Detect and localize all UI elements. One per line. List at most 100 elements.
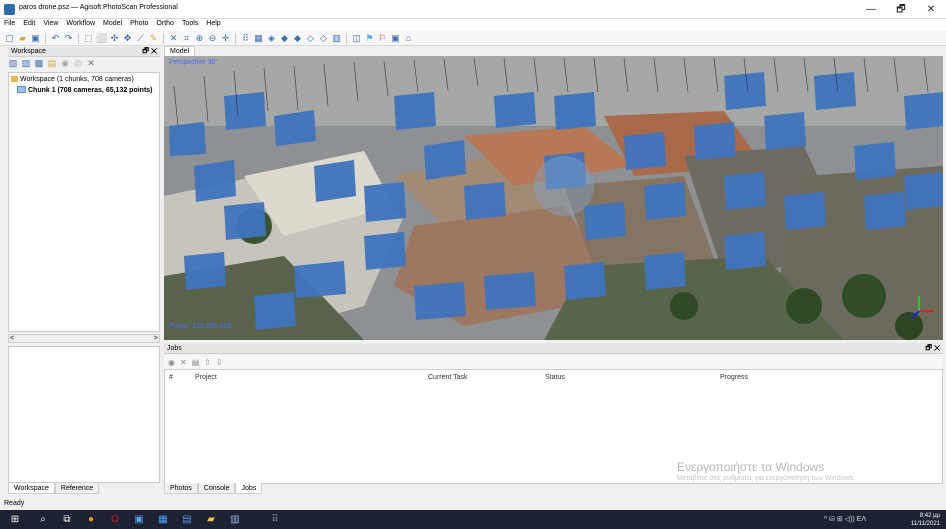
textured-icon[interactable]: ◇ (318, 33, 329, 44)
clock[interactable]: 8:42 μμ 11/11/2021 (911, 512, 940, 528)
markers-icon[interactable]: ⚑ (364, 33, 375, 44)
zoom-in-icon[interactable]: ⊕ (194, 33, 205, 44)
workspace-tree[interactable]: Workspace (1 chunks, 708 cameras) Chunk … (8, 72, 160, 332)
region-icon[interactable]: ▣ (390, 33, 401, 44)
move-up-icon[interactable]: ⇧ (204, 358, 211, 367)
menu-ortho[interactable]: Ortho (152, 19, 178, 28)
toolbar-divider (163, 32, 164, 44)
close-button[interactable]: ✕ (916, 0, 946, 19)
properties-pane (8, 346, 160, 483)
enable-icon[interactable]: ◉ (60, 58, 70, 69)
scroll-left-icon[interactable]: < (10, 335, 14, 342)
col-status[interactable]: Status (545, 374, 565, 381)
reset-view-icon[interactable]: ✛ (220, 33, 231, 44)
select-icon[interactable]: ⬚ (83, 33, 94, 44)
word-icon[interactable]: ▤ (180, 513, 194, 526)
tab-reference[interactable]: Reference (54, 483, 100, 494)
file-explorer-icon[interactable]: ▰ (204, 513, 218, 526)
rect-select-icon[interactable]: ⬜ (96, 33, 107, 44)
toolbar-divider (346, 32, 347, 44)
redo-icon[interactable]: ↷ (63, 33, 74, 44)
add-chunk-icon[interactable]: ▧ (8, 58, 18, 69)
jobs-header: Jobs 🗗 ✕ (164, 343, 943, 354)
tree-chunk-label: Chunk 1 (708 cameras, 65,132 points) (28, 87, 153, 94)
menu-model[interactable]: Model (99, 19, 126, 28)
search-icon[interactable]: ⌕ (36, 513, 50, 526)
task-view-icon[interactable]: ⧉ (60, 513, 74, 526)
app-icon-2[interactable]: ▥ (228, 513, 242, 526)
new-icon[interactable]: ▢ (4, 33, 15, 44)
flag-icon[interactable]: ⚐ (377, 33, 388, 44)
add-photos-icon[interactable]: ▨ (21, 58, 31, 69)
opera-icon[interactable]: O (108, 513, 122, 526)
workspace-scrollbar[interactable]: < > (8, 334, 160, 343)
tree-root-label: Workspace (1 chunks, 708 cameras) (20, 76, 134, 83)
undo-icon[interactable]: ↶ (50, 33, 61, 44)
col-current-task[interactable]: Current Task (428, 374, 468, 381)
import-icon[interactable]: ▤ (47, 58, 57, 69)
points-icon[interactable]: ⠿ (240, 33, 251, 44)
wireframe-icon[interactable]: ◇ (305, 33, 316, 44)
jobs-panel-controls[interactable]: 🗗 ✕ (925, 343, 940, 354)
shaded-icon[interactable]: ◆ (279, 33, 290, 44)
open-icon[interactable]: ▰ (17, 33, 28, 44)
pen-icon[interactable]: ✎ (148, 33, 159, 44)
save-icon[interactable]: ▣ (30, 33, 41, 44)
maximize-button[interactable]: 🗗 (886, 0, 916, 19)
toolbar-divider (235, 32, 236, 44)
tab-jobs[interactable]: Jobs (235, 483, 263, 494)
clock-date: 11/11/2021 (910, 521, 940, 527)
col-progress[interactable]: Progress (720, 374, 748, 381)
add-folder-icon[interactable]: ▩ (34, 58, 44, 69)
system-tray[interactable]: ^ ⛁ ⊞ ◁)) ΕΛ (824, 515, 866, 523)
tiled-icon[interactable]: ▥ (331, 33, 342, 44)
navigate-icon[interactable]: ✣ (109, 33, 120, 44)
model-viewport[interactable]: Perspective 30° Points: 120,298,826 (164, 56, 943, 340)
ruler-icon[interactable]: ⟋ (135, 33, 146, 44)
start-icon[interactable]: ◉ (168, 358, 175, 367)
disable-icon[interactable]: ◎ (73, 58, 83, 69)
status-bar: Ready (0, 497, 946, 510)
dense-cloud-icon[interactable]: ▦ (253, 33, 264, 44)
tab-console[interactable]: Console (197, 483, 236, 494)
workspace-toolbar: ▧ ▨ ▩ ▤ ◉ ◎ ✕ (8, 58, 96, 69)
mesh-icon[interactable]: ◈ (266, 33, 277, 44)
photoscan-icon[interactable]: ▣ (132, 513, 146, 526)
crop-icon[interactable]: ⌗ (181, 33, 192, 44)
app-icon-taskbar[interactable]: ▦ (156, 513, 170, 526)
clear-icon[interactable]: ▤ (192, 358, 200, 367)
home-icon[interactable]: ⌂ (403, 33, 414, 44)
firefox-icon[interactable]: ● (84, 513, 98, 526)
tab-workspace[interactable]: Workspace (8, 483, 55, 494)
menu-photo[interactable]: Photo (126, 19, 152, 28)
zoom-out-icon[interactable]: ⊖ (207, 33, 218, 44)
menu-file[interactable]: File (0, 19, 19, 28)
menu-tools[interactable]: Tools (178, 19, 202, 28)
workspace-panel-controls[interactable]: 🗗 ✕ (142, 47, 157, 57)
jobs-toolbar: ◉ ✕ ▤ ⇧ ⇩ (164, 355, 943, 369)
tree-chunk[interactable]: Chunk 1 (708 cameras, 65,132 points) (17, 86, 153, 94)
tree-root[interactable]: Workspace (1 chunks, 708 cameras) (11, 76, 134, 83)
menu-view[interactable]: View (39, 19, 62, 28)
solid-icon[interactable]: ◆ (292, 33, 303, 44)
col-number[interactable]: # (169, 374, 173, 381)
minimize-button[interactable]: — (856, 0, 886, 19)
camera-icon[interactable]: ◫ (351, 33, 362, 44)
move-icon[interactable]: ✥ (122, 33, 133, 44)
move-down-icon[interactable]: ⇩ (216, 358, 223, 367)
col-project[interactable]: Project (195, 374, 217, 381)
tab-photos[interactable]: Photos (164, 483, 198, 494)
windows-start-icon[interactable]: ⊞ (8, 513, 22, 526)
tab-model[interactable]: Model (164, 46, 196, 56)
remove-job-icon[interactable]: ✕ (180, 358, 187, 367)
toolbar-divider (78, 32, 79, 44)
app-icon-3[interactable]: ⠿ (268, 513, 282, 526)
activation-watermark-text: Μεταβείτε στις ρυθμίσεις για ενεργοποίησ… (677, 475, 855, 482)
menu-help[interactable]: Help (202, 19, 224, 28)
scroll-right-icon[interactable]: > (154, 335, 158, 342)
activation-watermark-title: Ενεργοποιήστε τα Windows (677, 460, 825, 474)
menu-edit[interactable]: Edit (19, 19, 39, 28)
delete-icon[interactable]: ✕ (168, 33, 179, 44)
menu-workflow[interactable]: Workflow (62, 19, 99, 28)
remove-icon[interactable]: ✕ (86, 58, 96, 69)
